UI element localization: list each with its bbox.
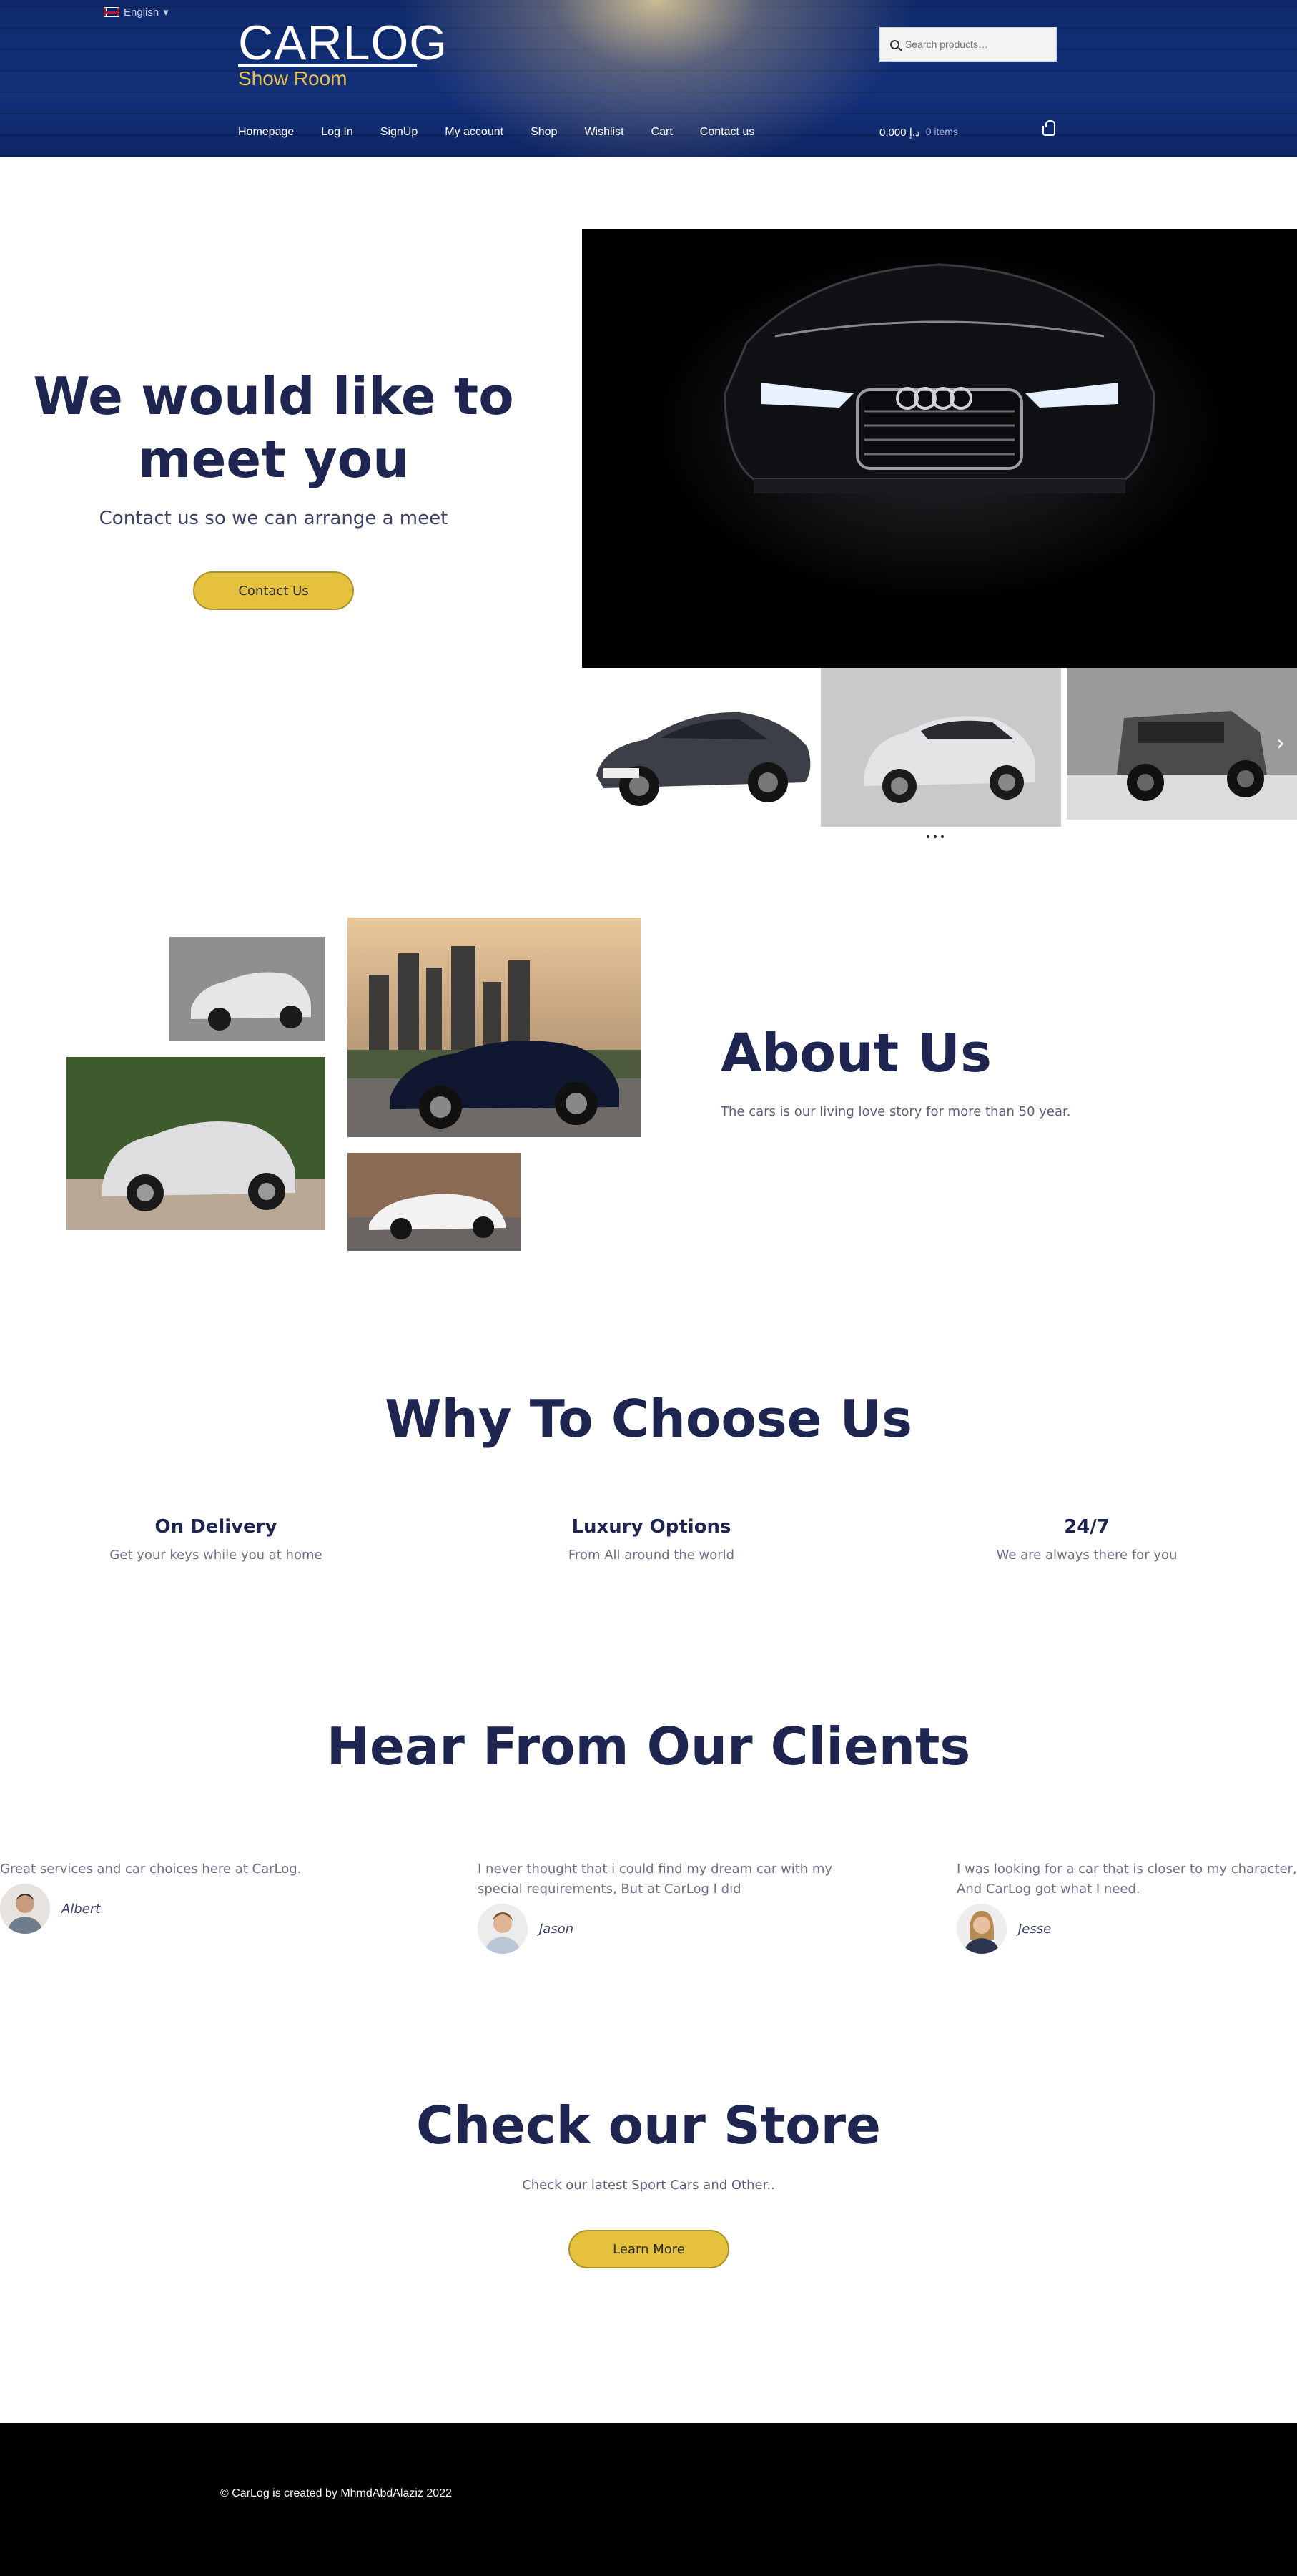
feature-title: Luxury Options [571,1516,731,1538]
basket-icon[interactable] [1042,120,1055,136]
testimonial-person: Albert [0,1884,357,1934]
about-title: About Us [721,1023,992,1084]
nav-signup[interactable]: SignUp [380,126,418,139]
person-name: Jason [539,1921,574,1937]
car-thumbnail-lexus-rx[interactable] [821,668,1061,827]
feature-text: We are always there for you [996,1548,1178,1563]
clients-title: Hear From Our Clients [326,1716,971,1776]
avatar [957,1904,1007,1954]
feature-title: 24/7 [1064,1516,1110,1538]
hero-title-line2: meet you [137,429,410,489]
about-text: The cars is our living love story for mo… [721,1104,1071,1119]
avatar [0,1884,50,1934]
feature-title: On Delivery [154,1516,277,1538]
site-logo-title[interactable]: CARLOG [238,19,448,67]
person-name: Albert [61,1901,101,1917]
about-image-lexus-rx [169,937,325,1041]
uk-flag-icon [104,7,119,17]
nav-wishlist[interactable]: Wishlist [584,126,623,139]
nav-shop[interactable]: Shop [531,126,557,139]
feature-luxury: Luxury Options From All around the world [437,1516,866,1563]
hero-title-line1: We would like to [33,366,514,426]
person-name: Jesse [1018,1921,1052,1937]
testimonial-person: Jesse [957,1904,1297,1954]
avatar [478,1904,528,1954]
hero-subtitle: Contact us so we can arrange a meet [99,508,448,529]
testimonial-text: I never thought that i could find my dre… [478,1862,833,1897]
testimonial-person: Jason [478,1904,835,1954]
about-image-toyota-suv [66,1057,325,1230]
search-box [879,27,1057,62]
cart-total: 0,000 د.إ [879,127,920,139]
testimonial-text: Great services and car choices here at C… [0,1862,302,1877]
feature-text: Get your keys while you at home [109,1548,322,1563]
store-title: Check our Store [416,2095,881,2155]
chevron-down-icon: ▾ [163,6,169,19]
carousel-dots[interactable] [927,835,944,838]
search-input[interactable] [905,39,1041,50]
logo-underline [238,64,417,67]
site-header: English ▾ CARLOG Show Room Homepage Log … [0,0,1297,157]
nav-contact-us[interactable]: Contact us [700,126,754,139]
carousel-dot[interactable] [927,835,929,838]
feature-support: 24/7 We are always there for you [872,1516,1297,1563]
contact-us-button[interactable]: Contact Us [193,571,354,610]
site-logo-subtitle: Show Room [238,67,347,89]
language-switcher[interactable]: English ▾ [104,6,169,19]
hero-title: We would like to meet you [0,365,547,491]
car-thumbnail-bmw[interactable] [582,668,821,820]
hero-car-image [582,229,1297,668]
cart-item-count: 0 items [925,126,958,137]
testimonial-jason: I never thought that i could find my dre… [478,1859,835,1954]
carousel-dot[interactable] [934,835,937,838]
main-nav: Homepage Log In SignUp My account Shop W… [238,126,781,139]
nav-cart[interactable]: Cart [651,126,673,139]
testimonial-albert: Great services and car choices here at C… [0,1859,357,1934]
cart-summary[interactable]: 0,000 د.إ 0 items [879,126,958,139]
site-footer: © CarLog is created by MhmdAbdAlaziz 202… [0,2423,1297,2576]
language-label: English [124,6,159,19]
about-image-porsche [347,1153,521,1251]
feature-text: From All around the world [568,1548,735,1563]
search-icon [890,39,899,49]
learn-more-button[interactable]: Learn More [568,2230,729,2268]
feature-delivery: On Delivery Get your keys while you at h… [1,1516,430,1563]
copyright-text: © CarLog is created by MhmdAbdAlaziz 202… [220,2487,452,2499]
about-image-lexus-es-city [347,918,641,1137]
store-text: Check our latest Sport Cars and Other.. [522,2178,775,2193]
nav-login[interactable]: Log In [321,126,352,139]
testimonial-text: I was looking for a car that is closer t… [957,1862,1297,1897]
car-thumbnail-jeep[interactable] [1067,668,1297,820]
carousel-dot[interactable] [941,835,944,838]
testimonial-jesse: I was looking for a car that is closer t… [957,1859,1297,1954]
nav-homepage[interactable]: Homepage [238,126,294,139]
carousel-next-icon[interactable]: › [1276,733,1288,754]
nav-my-account[interactable]: My account [445,126,503,139]
why-title: Why To Choose Us [385,1389,912,1449]
